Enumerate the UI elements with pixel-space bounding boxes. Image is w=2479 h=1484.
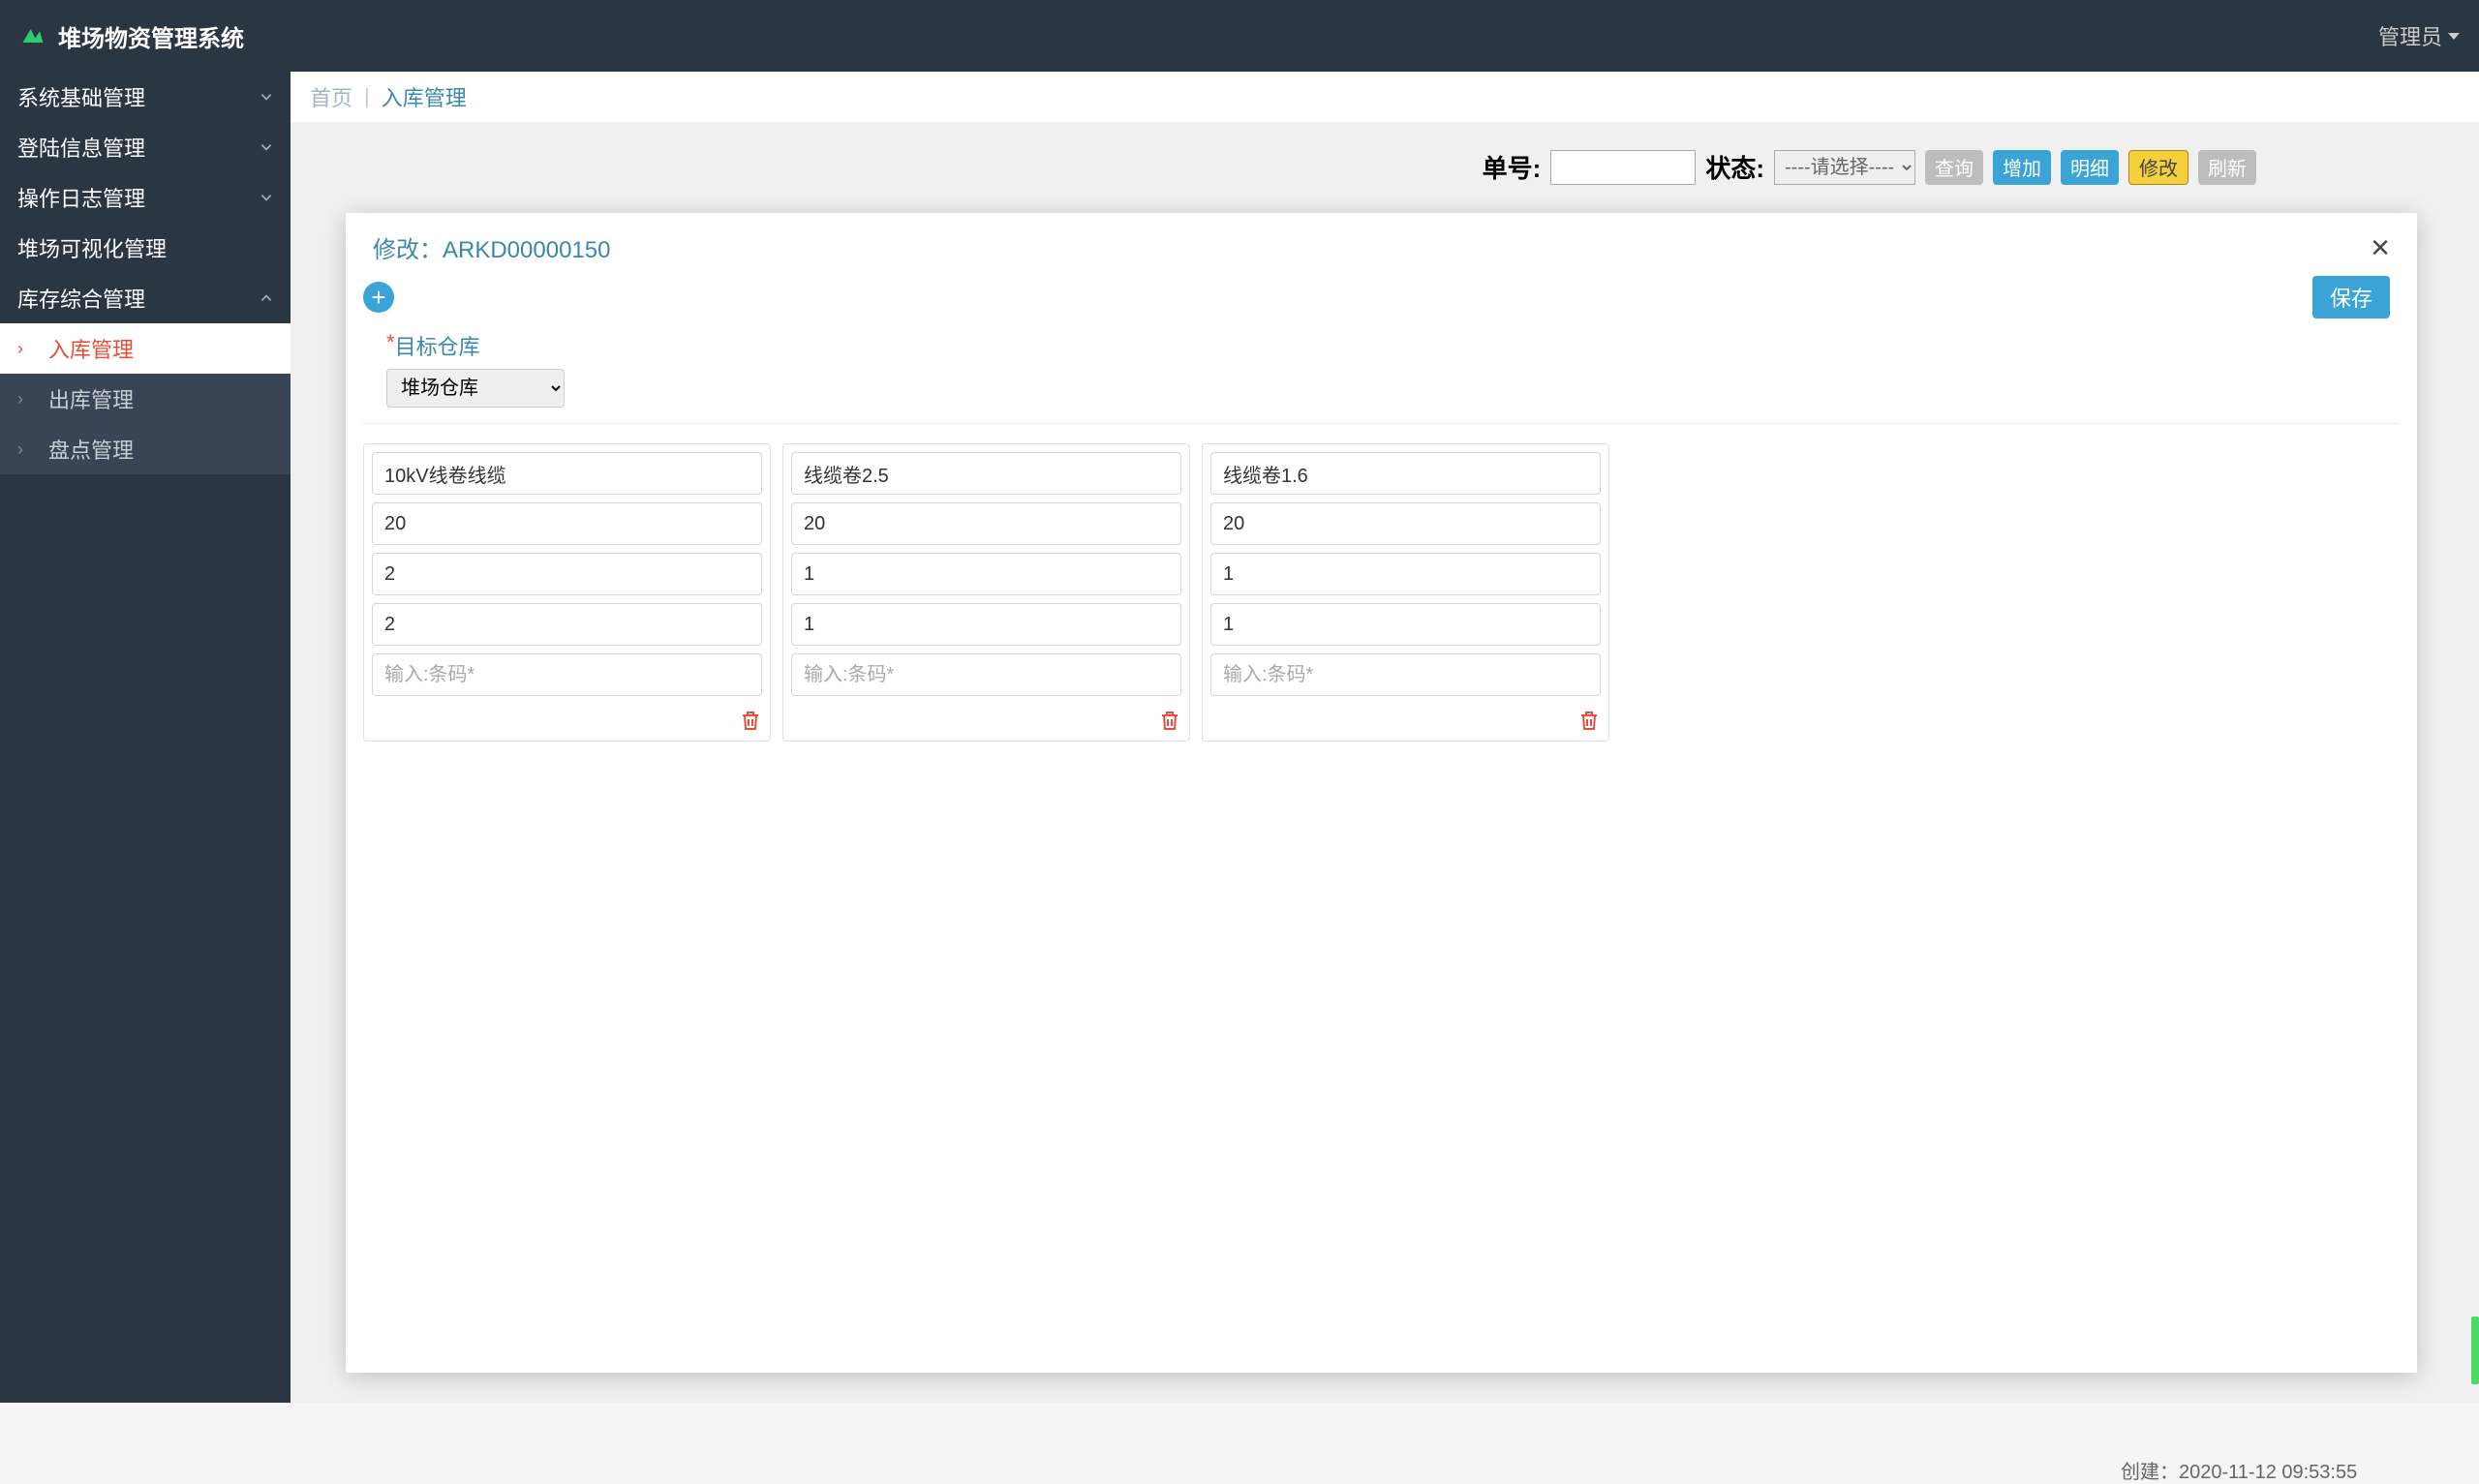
- target-warehouse-select[interactable]: 堆场仓库: [386, 369, 565, 408]
- created-at-label: 创建：: [2121, 1462, 2179, 1483]
- item-field-3[interactable]: [791, 553, 1181, 595]
- item-name-input[interactable]: [1210, 452, 1601, 495]
- right-edge-indicator: [2471, 1317, 2479, 1384]
- item-name-input[interactable]: [372, 452, 762, 495]
- item-field-4[interactable]: [372, 603, 762, 646]
- item-name-input[interactable]: [791, 452, 1181, 495]
- target-warehouse-row: *目标仓库: [346, 328, 2417, 369]
- modal-title-id: ARKD00000150: [443, 237, 610, 263]
- item-field-4[interactable]: [1210, 603, 1601, 646]
- modal-actions-row: + 保存: [346, 276, 2417, 328]
- add-row-button[interactable]: +: [363, 282, 394, 313]
- item-field-2[interactable]: [1210, 502, 1601, 545]
- item-card: [363, 443, 771, 742]
- item-barcode-input[interactable]: [1210, 653, 1601, 696]
- item-field-3[interactable]: [1210, 553, 1601, 595]
- item-barcode-input[interactable]: [791, 653, 1181, 696]
- created-at-value: 2020-11-12 09:53:55: [2179, 1462, 2357, 1483]
- item-cards-row: [346, 424, 2417, 761]
- trash-icon[interactable]: [739, 708, 762, 733]
- save-button[interactable]: 保存: [2312, 276, 2390, 318]
- modal-header: 修改：ARKD00000150 ×: [346, 213, 2417, 276]
- item-field-4[interactable]: [791, 603, 1181, 646]
- item-card: [1202, 443, 1609, 742]
- modal-title-prefix: 修改：: [373, 237, 443, 263]
- trash-icon[interactable]: [1158, 708, 1181, 733]
- item-field-2[interactable]: [372, 502, 762, 545]
- close-icon[interactable]: ×: [2371, 231, 2390, 264]
- required-marker: *: [386, 330, 395, 361]
- edit-modal: 修改：ARKD00000150 × + 保存 *目标仓库 堆场仓库: [346, 213, 2417, 1373]
- card-footer: [372, 704, 762, 733]
- target-warehouse-label: *目标仓库: [386, 330, 2417, 361]
- modal-title: 修改：ARKD00000150: [373, 230, 610, 264]
- item-barcode-input[interactable]: [372, 653, 762, 696]
- item-card: [782, 443, 1190, 742]
- footer-created-at: 创建：2020-11-12 09:53:55: [2121, 1456, 2357, 1484]
- item-field-3[interactable]: [372, 553, 762, 595]
- card-footer: [791, 704, 1181, 733]
- trash-icon[interactable]: [1577, 708, 1601, 733]
- item-field-2[interactable]: [791, 502, 1181, 545]
- card-footer: [1210, 704, 1601, 733]
